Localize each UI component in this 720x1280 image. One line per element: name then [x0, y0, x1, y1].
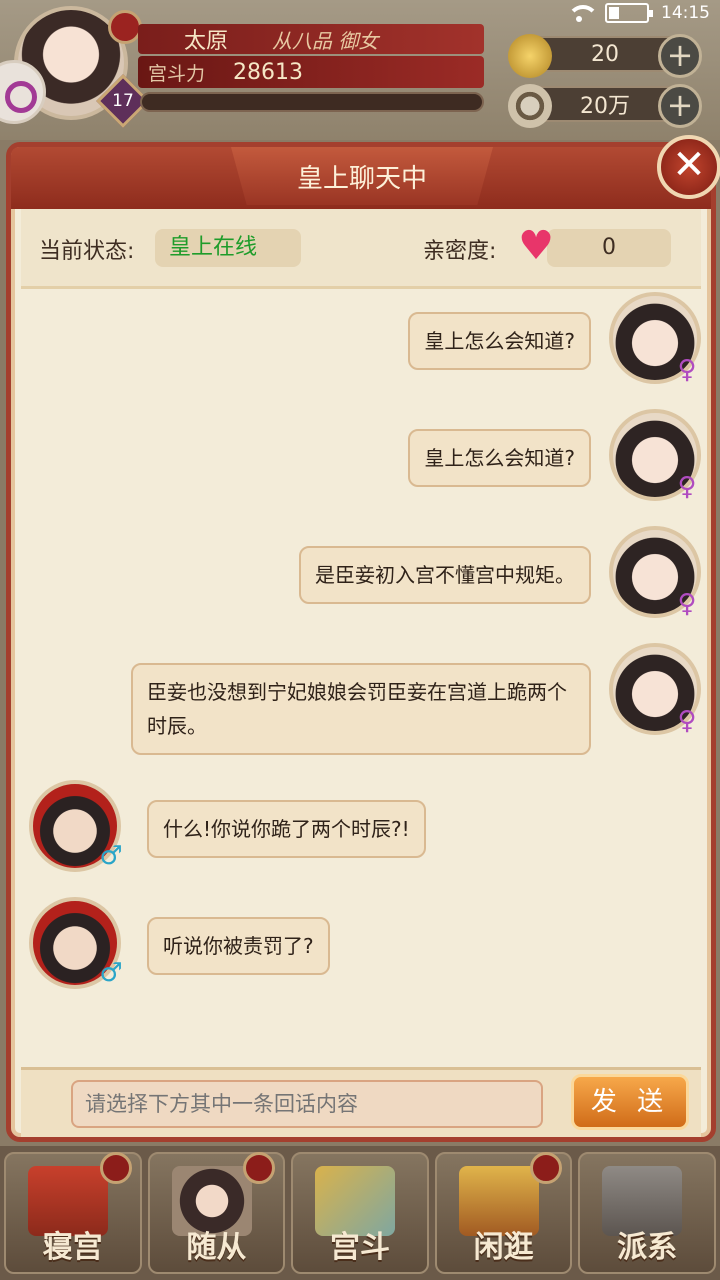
reply-bar: 发 送	[21, 1067, 701, 1137]
gold-currency: 20 +	[508, 34, 702, 78]
dialog-title: 皇上聊天中	[231, 147, 493, 205]
close-button[interactable]: ✕	[657, 135, 720, 199]
message-bubble: 什么!你说你跪了两个时辰?!	[147, 800, 426, 858]
notification-dot	[108, 10, 142, 44]
intimacy-value: 0	[547, 229, 671, 267]
chat-message-list[interactable]: 皇上怎么会知道? ♀ 皇上怎么会知道? ♀ 是臣妾初入宫不懂宫中规矩。 ♀ 臣妾…	[21, 292, 701, 1062]
chat-dialog: 皇上聊天中 ✕ 当前状态: 皇上在线 亲密度: 0 ♥ 皇上怎么会知道? ♀ 皇…	[6, 135, 720, 1142]
copper-coin-icon	[508, 84, 552, 128]
coin-currency: 20万 +	[508, 84, 702, 128]
player-name: 太原	[184, 29, 229, 54]
add-coin-button[interactable]: +	[658, 84, 702, 128]
female-icon: ♀	[677, 706, 697, 736]
player-name-plate: 太原 从八品 御女	[138, 24, 484, 54]
female-icon: ♀	[677, 589, 697, 619]
top-hud: 14:15 17 太原 从八品 御女 宫斗力 28613 20 + 20万 +	[0, 0, 720, 140]
chat-message-player: 臣妾也没想到宁妃娘娘会罚臣妾在宫道上跪两个时辰。 ♀	[21, 643, 701, 763]
nav-label: 闲逛	[473, 1230, 534, 1265]
add-gold-button[interactable]: +	[658, 34, 702, 78]
female-icon: ♀	[677, 355, 697, 385]
battery-icon	[605, 3, 653, 23]
experience-bar	[140, 92, 484, 112]
heart-icon: ♥	[518, 223, 554, 269]
emperor-status-badge: 皇上在线	[155, 229, 301, 267]
bottom-nav: 寝宫 随从 宫斗 闲逛 派系	[0, 1146, 720, 1280]
notification-dot	[243, 1152, 276, 1184]
gold-value: 20	[591, 41, 619, 67]
status-time: 14:15	[661, 3, 710, 23]
notification-dot	[99, 1152, 132, 1184]
nav-item-stroll[interactable]: 闲逛	[434, 1152, 573, 1274]
nav-label: 派系	[617, 1230, 678, 1265]
message-bubble: 皇上怎么会知道?	[408, 429, 591, 487]
state-row: 当前状态: 皇上在线 亲密度: 0 ♥	[21, 209, 701, 289]
send-button[interactable]: 发 送	[571, 1074, 689, 1130]
nav-item-bedchamber[interactable]: 寝宫	[4, 1152, 142, 1274]
male-icon: ♂	[99, 958, 123, 988]
female-icon: ♀	[677, 472, 697, 502]
chat-message-emperor: ♂ 什么!你说你跪了两个时辰?!	[21, 780, 701, 880]
intimacy-label: 亲密度:	[423, 239, 497, 264]
power-plate: 宫斗力 28613	[138, 56, 484, 88]
nav-item-faction[interactable]: 派系	[578, 1152, 716, 1274]
nav-label: 寝宫	[42, 1230, 103, 1265]
level-value: 17	[112, 91, 134, 111]
chat-message-emperor: ♂ 听说你被责罚了?	[21, 897, 701, 997]
state-label: 当前状态:	[39, 239, 135, 264]
message-bubble: 皇上怎么会知道?	[408, 312, 591, 370]
message-bubble: 听说你被责罚了?	[147, 917, 330, 975]
power-value: 28613	[233, 59, 304, 85]
nav-label: 宫斗	[329, 1230, 390, 1265]
nav-item-attendants[interactable]: 随从	[147, 1152, 286, 1274]
gold-ingot-icon	[508, 34, 552, 78]
message-bubble: 臣妾也没想到宁妃娘娘会罚臣妾在宫道上跪两个时辰。	[131, 663, 591, 755]
chat-message-player: 是臣妾初入宫不懂宫中规矩。 ♀	[21, 526, 701, 626]
nav-label: 随从	[186, 1230, 247, 1265]
wifi-icon	[565, 3, 599, 23]
coin-value: 20万	[580, 94, 630, 119]
reply-input[interactable]	[71, 1080, 543, 1128]
notification-dot	[530, 1152, 563, 1184]
chat-message-player: 皇上怎么会知道? ♀	[21, 409, 701, 509]
message-bubble: 是臣妾初入宫不懂宫中规矩。	[299, 546, 591, 604]
nav-item-palace-fight[interactable]: 宫斗	[291, 1152, 429, 1274]
power-label: 宫斗力	[148, 62, 206, 85]
player-rank-title: 从八品 御女	[272, 28, 379, 53]
chat-message-player: 皇上怎么会知道? ♀	[21, 292, 701, 392]
status-bar: 14:15	[565, 0, 710, 26]
male-icon: ♂	[99, 841, 123, 871]
